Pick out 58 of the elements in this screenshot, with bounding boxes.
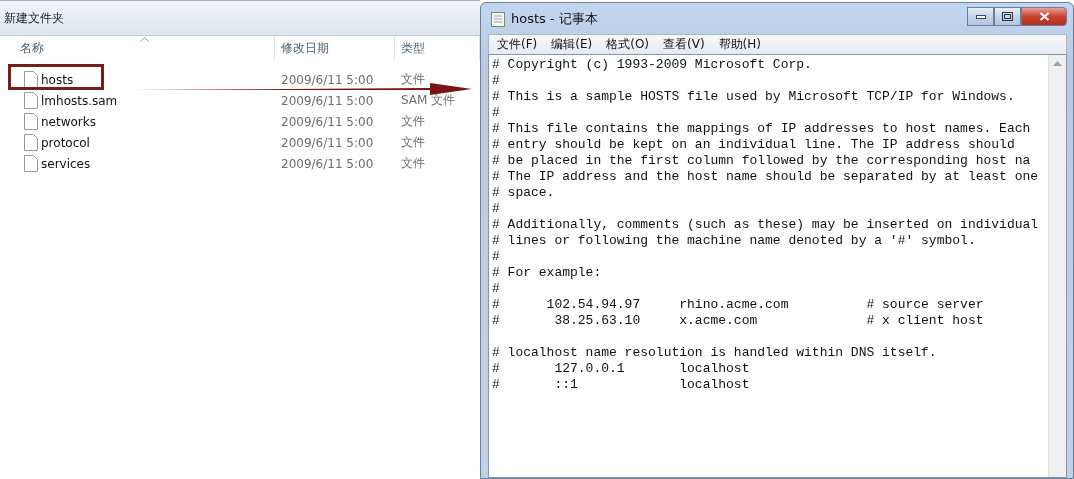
text-line: # This is a sample HOSTS file used by Microsoft TCP/IP for Windows.	[492, 89, 1016, 105]
file-name[interactable]: protocol	[41, 135, 90, 150]
text-line: #	[492, 249, 501, 265]
folder-title: 新建文件夹	[4, 9, 64, 27]
file-type: 文件	[400, 155, 426, 172]
window-title: hosts - 记事本	[511, 9, 599, 28]
file-icon	[24, 92, 38, 109]
file-date: 2009/6/11 5:00	[280, 156, 375, 171]
menu-item[interactable]: 查看(V)	[663, 36, 705, 53]
text-line: #	[492, 105, 501, 121]
text-line: # entry should be kept on an individual line. The IP address should	[492, 137, 1016, 153]
column-header[interactable]: 修改日期	[281, 40, 329, 57]
text-line: # localhost name resolution is handled within DNS itself.	[492, 345, 938, 361]
text-line: # 38.25.63.10 x.acme.com # x client host	[492, 313, 985, 329]
scrollbar[interactable]	[1048, 55, 1066, 477]
minimize-button[interactable]	[967, 7, 994, 26]
file-name[interactable]: networks	[41, 114, 96, 129]
text-line: #	[492, 281, 501, 297]
file-icon	[24, 113, 38, 130]
file-date: 2009/6/11 5:00	[280, 93, 375, 108]
maximize-icon	[1002, 12, 1013, 21]
file-icon	[24, 71, 38, 88]
menu-item[interactable]: 帮助(H)	[718, 36, 761, 53]
file-type: 文件	[400, 113, 426, 130]
text-line: # The IP address and the host name should be separated by at least one	[492, 169, 1040, 185]
text-line: # be placed in the first column followed by the corresponding host na	[492, 153, 1032, 169]
menu-item[interactable]: 编辑(E)	[551, 36, 593, 53]
maximize-button[interactable]	[994, 7, 1021, 26]
file-date: 2009/6/11 5:00	[280, 114, 375, 129]
column-header[interactable]: 名称	[20, 40, 44, 57]
file-type: 文件	[400, 134, 426, 151]
text-line: #	[492, 201, 501, 217]
file-icon	[24, 134, 38, 151]
file-date: 2009/6/11 5:00	[280, 72, 375, 87]
menu-item[interactable]: 文件(F)	[497, 36, 538, 53]
text-line: # Additionally, comments (such as these) may be inserted on individual	[492, 217, 1040, 233]
file-name[interactable]: services	[41, 156, 91, 171]
text-line: # 127.0.0.1 localhost	[492, 361, 751, 377]
text-line: # This file contains the mappings of IP addresses to host names. Each	[492, 121, 1032, 137]
file-name[interactable]: hosts	[41, 72, 74, 87]
text-line: #	[492, 73, 501, 89]
text-line: # space.	[492, 185, 556, 201]
file-type: SAM 文件	[400, 92, 457, 109]
minimize-icon	[975, 14, 986, 19]
file-icon	[24, 155, 38, 172]
close-icon	[1038, 12, 1050, 21]
text-line: # 102.54.94.97 rhino.acme.com # source server	[492, 297, 985, 313]
close-button[interactable]	[1021, 7, 1067, 26]
file-date: 2009/6/11 5:00	[280, 135, 375, 150]
file-name[interactable]: lmhosts.sam	[41, 93, 118, 108]
text-line: # Copyright (c) 1993-2009 Microsoft Corp.	[492, 57, 813, 73]
column-header[interactable]: 类型	[401, 40, 425, 57]
file-type: 文件	[400, 71, 426, 88]
notepad-icon	[491, 10, 505, 27]
text-line: # lines or following the machine name denoted by a '#' symbol.	[492, 233, 977, 249]
menu-item[interactable]: 格式(O)	[606, 36, 650, 53]
text-line: # ::1 localhost	[492, 377, 751, 393]
text-line: # For example:	[492, 265, 603, 281]
